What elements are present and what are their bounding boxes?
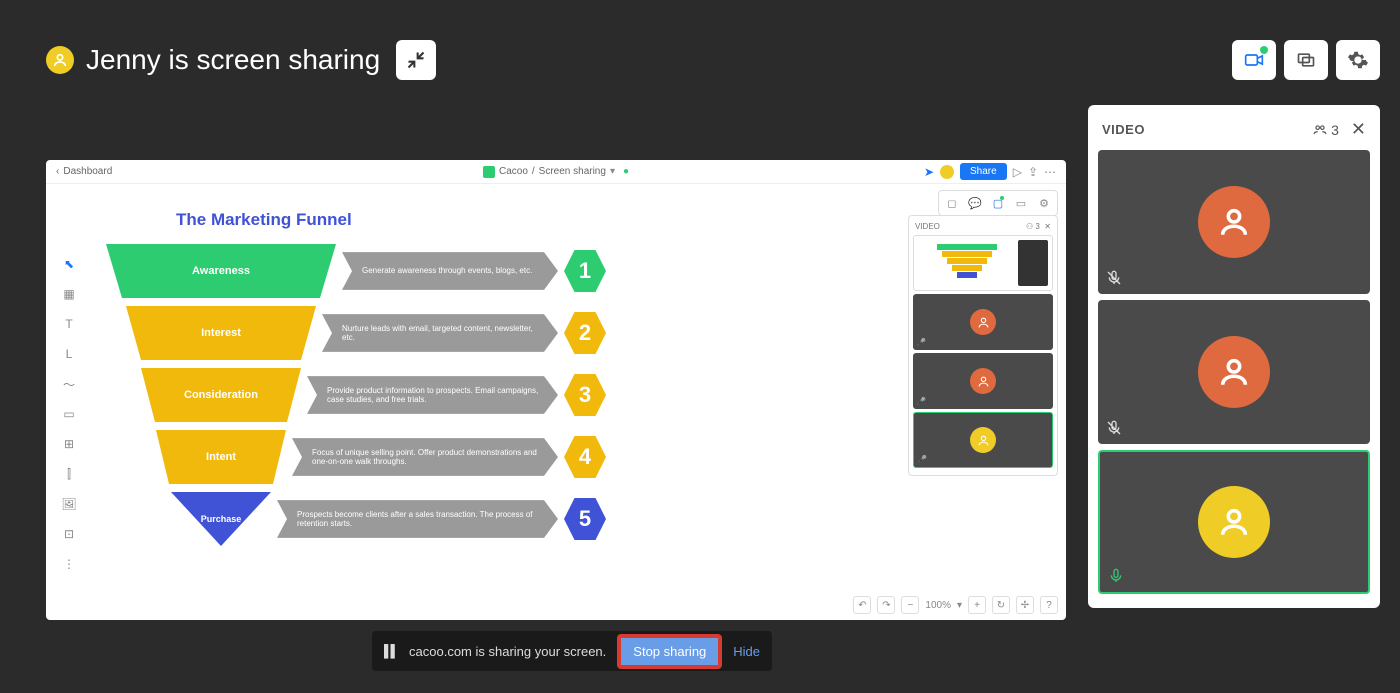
- share-button[interactable]: Share: [960, 163, 1007, 180]
- settings-tool[interactable]: ⚙: [1034, 194, 1054, 212]
- marketing-funnel-diagram: The Marketing Funnel Awareness Generate …: [106, 210, 606, 546]
- cacoo-logo: [483, 166, 495, 178]
- top-bar: Jenny is screen sharing: [46, 40, 1380, 80]
- left-tool-rail: ⬉ ▦ T L 〜 ▭ ⊞ ⫿ 🖼 ⊡ ⋮: [56, 250, 84, 578]
- collapse-button[interactable]: [396, 40, 436, 80]
- funnel-stage-5[interactable]: Purchase Prospects become clients after …: [106, 492, 606, 546]
- share-status: Jenny is screen sharing: [46, 40, 436, 80]
- inner-video-title: VIDEO: [915, 222, 940, 231]
- active-indicator: [1260, 46, 1268, 54]
- inner-video-tile-2[interactable]: 🎤: [913, 353, 1053, 409]
- mic-muted-icon: [1106, 420, 1122, 436]
- help-button[interactable]: ?: [1040, 596, 1058, 614]
- participant-avatar: [970, 309, 996, 335]
- mic-muted-icon: 🎤: [916, 338, 926, 347]
- funnel-stage-1[interactable]: Awareness Generate awareness through eve…: [106, 244, 606, 298]
- video-tile-2[interactable]: [1098, 300, 1370, 444]
- participant-avatar: [1198, 336, 1270, 408]
- mic-muted-icon: [1106, 270, 1122, 286]
- back-chevron-icon[interactable]: ‹: [56, 166, 59, 177]
- share-status-text: Jenny is screen sharing: [86, 44, 380, 76]
- note-tool[interactable]: ▭: [56, 400, 82, 428]
- mic-on-icon: 🎤: [917, 455, 927, 464]
- more-icon[interactable]: ⋯: [1044, 165, 1056, 179]
- funnel-title: The Marketing Funnel: [106, 210, 606, 230]
- image-tool[interactable]: 🖼: [56, 490, 82, 518]
- export-icon[interactable]: ⇪: [1028, 165, 1038, 179]
- video-panel: VIDEO 3 ✕: [1088, 105, 1380, 608]
- chart-tool[interactable]: ⫿: [56, 460, 82, 488]
- template-tool[interactable]: ⊞: [56, 430, 82, 458]
- sync-status-icon: ●: [623, 166, 629, 177]
- zoom-level[interactable]: 100%: [925, 600, 951, 611]
- chevron-down-icon[interactable]: ▾: [610, 166, 615, 177]
- pen-tool[interactable]: 〜: [56, 370, 82, 398]
- participant-avatar: [970, 427, 996, 453]
- video-camera-button[interactable]: [1232, 40, 1276, 80]
- screen-tool[interactable]: ⊡: [56, 520, 82, 548]
- zoom-in-button[interactable]: +: [968, 596, 986, 614]
- participant-count: 3: [1311, 122, 1339, 138]
- mic-on-icon: [1108, 568, 1124, 584]
- settings-button[interactable]: [1336, 40, 1380, 80]
- presenter-avatar: [46, 46, 74, 74]
- video-panel-header: VIDEO 3 ✕: [1098, 115, 1370, 150]
- inner-video-tile-3[interactable]: 🎤: [913, 412, 1053, 468]
- participant-avatar: [970, 368, 996, 394]
- funnel-stage-2[interactable]: Interest Nurture leads with email, targe…: [106, 306, 606, 360]
- pointer-tool[interactable]: ⬉: [56, 250, 82, 278]
- history-button[interactable]: ↻: [992, 596, 1010, 614]
- breadcrumb: Cacoo / Screen sharing ▾ ●: [483, 166, 629, 178]
- video-tile-1[interactable]: [1098, 150, 1370, 294]
- play-icon[interactable]: ▷: [1013, 165, 1022, 179]
- inner-screen-preview-tile[interactable]: [913, 235, 1053, 291]
- undo-button[interactable]: ↶: [853, 596, 871, 614]
- participant-avatar: [1198, 486, 1270, 558]
- inner-participant-count: ⚇ 3 ✕: [1026, 222, 1051, 231]
- funnel-stage-3[interactable]: Consideration Provide product informatio…: [106, 368, 606, 422]
- video-tile-3[interactable]: [1098, 450, 1370, 594]
- table-tool[interactable]: ▦: [56, 280, 82, 308]
- pause-icon[interactable]: ▌▌: [384, 644, 397, 658]
- lock-button[interactable]: ✢: [1016, 596, 1034, 614]
- video-tool[interactable]: ▢: [988, 194, 1008, 212]
- screen-share-notification: ▌▌ cacoo.com is sharing your screen. Sto…: [372, 631, 772, 671]
- inner-bottom-bar: ↶ ↷ − 100% ▾ + ↻ ✢ ?: [853, 596, 1058, 614]
- zoom-out-button[interactable]: −: [901, 596, 919, 614]
- pointer-icon[interactable]: ➤: [924, 165, 934, 179]
- hide-link[interactable]: Hide: [733, 644, 760, 659]
- participant-avatar: [1198, 186, 1270, 258]
- funnel-stage-4[interactable]: Intent Focus of unique selling point. Of…: [106, 430, 606, 484]
- back-label[interactable]: Dashboard: [63, 166, 112, 177]
- more-tools[interactable]: ⋮: [56, 550, 82, 578]
- shared-screen: ‹ Dashboard Cacoo / Screen sharing ▾ ● ➤…: [46, 160, 1066, 620]
- top-right-controls: [1232, 40, 1380, 80]
- layers-tool[interactable]: ▭: [1011, 194, 1031, 212]
- inner-video-panel: VIDEO ⚇ 3 ✕ 🎤 🎤 🎤: [908, 215, 1058, 476]
- video-panel-title: VIDEO: [1102, 122, 1145, 137]
- close-video-panel[interactable]: ✕: [1351, 119, 1366, 140]
- inner-toolbar: ◻ 💬 ▢ ▭ ⚙: [938, 190, 1058, 216]
- text-tool[interactable]: T: [56, 310, 82, 338]
- connector-tool[interactable]: L: [56, 340, 82, 368]
- presentation-button[interactable]: [1284, 40, 1328, 80]
- comment-tool[interactable]: ◻: [942, 194, 962, 212]
- inner-video-tile-1[interactable]: 🎤: [913, 294, 1053, 350]
- inner-app-header: ‹ Dashboard Cacoo / Screen sharing ▾ ● ➤…: [46, 160, 1066, 184]
- redo-button[interactable]: ↷: [877, 596, 895, 614]
- chat-tool[interactable]: 💬: [965, 194, 985, 212]
- zoom-chevron-icon[interactable]: ▾: [957, 600, 962, 611]
- stop-sharing-button[interactable]: Stop sharing: [618, 635, 721, 668]
- share-message: cacoo.com is sharing your screen.: [409, 644, 606, 659]
- user-badge[interactable]: [940, 165, 954, 179]
- mic-muted-icon: 🎤: [916, 397, 926, 406]
